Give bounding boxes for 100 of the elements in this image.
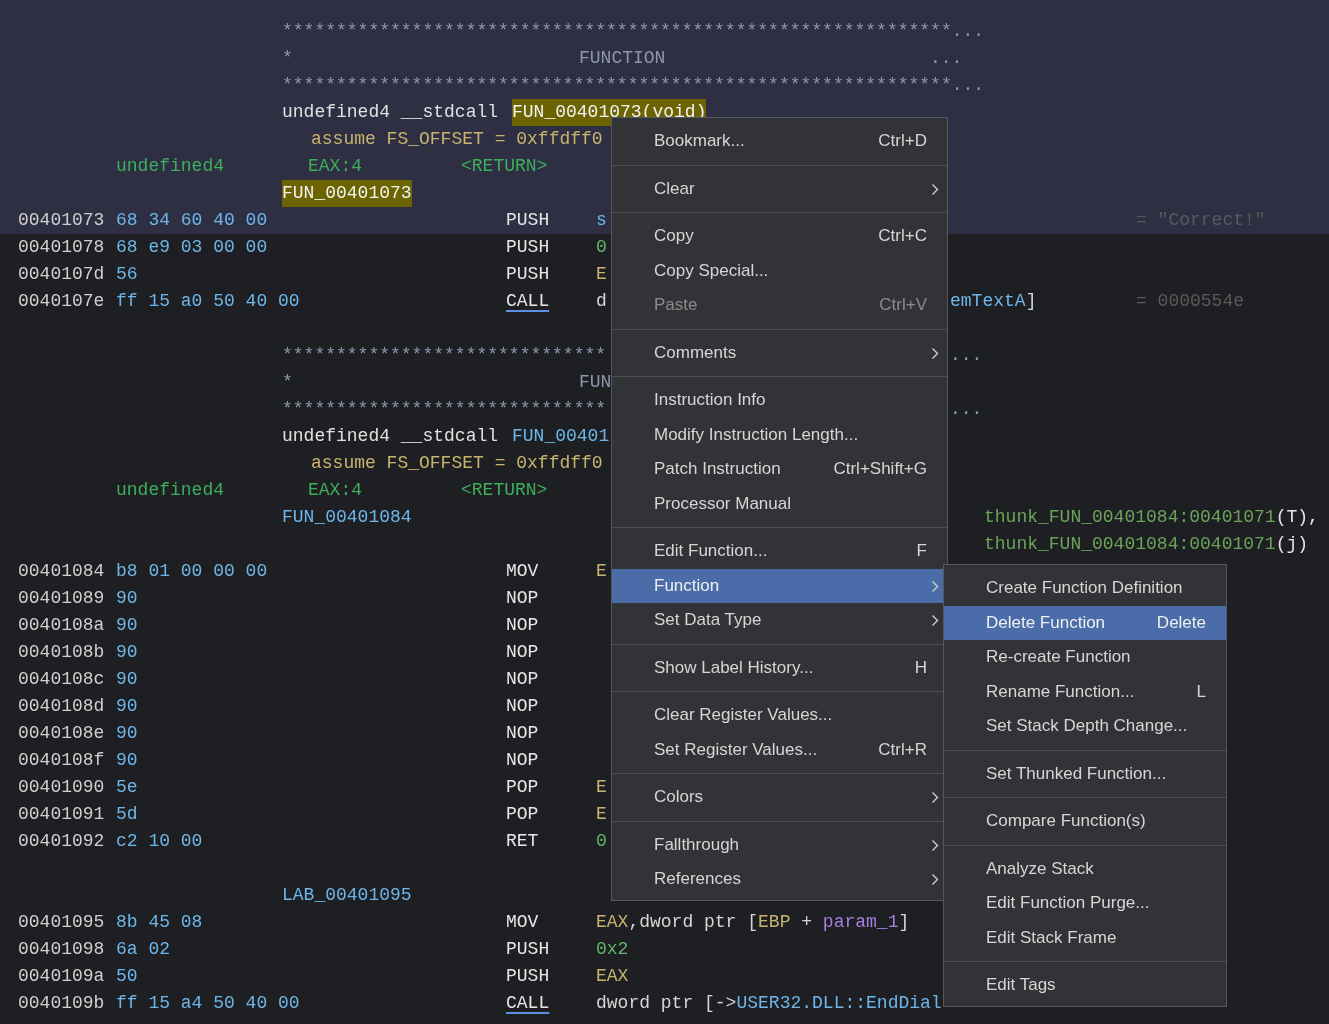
menu-item[interactable]: Clear Register Values... [612, 698, 947, 733]
banner-mark-text: * [282, 371, 293, 394]
mnemonic-text: MOV [506, 911, 539, 934]
banner-stars: ****************************** [282, 344, 607, 367]
address-text: 0040109a [18, 965, 105, 988]
operand-text: 0 [596, 236, 607, 259]
storage-text: EAX:4 [308, 155, 362, 178]
bytes-text: 90 [116, 695, 138, 718]
menu-item[interactable]: Copy Special... [612, 253, 947, 288]
bytes-text: ff 15 a4 50 40 00 [116, 992, 300, 1015]
address-text: 00401095 [18, 911, 105, 934]
mnemonic-text: POP [506, 803, 539, 826]
menu-item[interactable]: Colors [612, 780, 947, 815]
menu-item[interactable]: Clear [612, 171, 947, 206]
address-text: 00401089 [18, 587, 105, 610]
label-text[interactable]: FUN_00401073 [282, 180, 412, 207]
operand-text: E [596, 803, 607, 826]
operand-text: s [596, 209, 607, 232]
bytes-text: ff 15 a0 50 40 00 [116, 290, 300, 313]
operand-text: 0x2 [596, 938, 629, 961]
bytes-text: 6a 02 [116, 938, 170, 961]
xref-text: thunk_FUN_00401084:00401071(T), [984, 506, 1319, 529]
bytes-text: 90 [116, 722, 138, 745]
menu-item[interactable]: Create Function Definition [944, 571, 1226, 606]
menu-item[interactable]: Patch Instruction Ctrl+Shift+G [612, 452, 947, 487]
operand-text: EAX [596, 965, 629, 988]
bytes-text: 90 [116, 641, 138, 664]
address-text: 00401090 [18, 776, 105, 799]
mnemonic-text: NOP [506, 641, 539, 664]
operand-text: EAX,dword ptr [EBP + param_1] [596, 911, 910, 934]
address-text: 0040109b [18, 992, 105, 1015]
menu-item[interactable]: Processor Manual [612, 486, 947, 521]
menu-item[interactable]: Set Data Type [612, 603, 947, 638]
mnemonic-text: NOP [506, 722, 539, 745]
type-text: undefined4 [116, 479, 225, 502]
mnemonic-text: NOP [506, 614, 539, 637]
mnemonic-text: PUSH [506, 263, 550, 286]
address-text: 0040107e [18, 290, 105, 313]
banner-mark-text: * [282, 47, 293, 70]
menu-item[interactable]: Compare Function(s) [944, 804, 1226, 839]
menu-item[interactable]: Set Stack Depth Change... [944, 709, 1226, 744]
call-mnemonic: CALL [506, 992, 550, 1015]
menu-item[interactable]: Edit Function... F [612, 534, 947, 569]
address-text: 0040107d [18, 263, 105, 286]
menu-item[interactable]: Re-create Function [944, 640, 1226, 675]
function-name[interactable]: FUN_00401 [512, 423, 610, 450]
bytes-text: 8b 45 08 [116, 911, 203, 934]
menu-item[interactable]: Fallthrough [612, 827, 947, 862]
menu-item[interactable]: Edit Function Purge... [944, 886, 1226, 921]
signature-text: undefined4 __stdcall [282, 101, 499, 124]
banner-stars: ****************************** [282, 398, 607, 421]
address-text: 00401091 [18, 803, 105, 826]
menu-item[interactable]: Comments [612, 335, 947, 370]
menu-item[interactable]: Modify Instruction Length... [612, 417, 947, 452]
menu-item[interactable]: Instruction Info [612, 383, 947, 418]
xref-text: thunk_FUN_00401084:00401071(j) [984, 533, 1309, 556]
banner-title: FUNCTION [579, 47, 666, 70]
operand-text: d [596, 290, 607, 313]
label-text[interactable]: FUN_00401084 [282, 504, 412, 531]
menu-item[interactable]: Copy Ctrl+C [612, 219, 947, 254]
menu-item[interactable]: Rename Function... L [944, 674, 1226, 709]
banner-stars: **************************************************************... [282, 74, 985, 97]
address-text: 00401092 [18, 830, 105, 853]
bytes-text: 56 [116, 263, 138, 286]
signature-text: undefined4 __stdcall [282, 425, 499, 448]
mnemonic-text: PUSH [506, 938, 550, 961]
return-text: <RETURN> [461, 479, 548, 502]
address-text: 00401078 [18, 236, 105, 259]
menu-item[interactable]: Delete Function Delete [944, 605, 1226, 640]
mnemonic-text: POP [506, 776, 539, 799]
bytes-text: 90 [116, 668, 138, 691]
bytes-text: 90 [116, 614, 138, 637]
menu-item[interactable]: Analyze Stack [944, 851, 1226, 886]
operand-text: emTextA] [950, 290, 1037, 313]
address-text: 0040108e [18, 722, 105, 745]
banner-title: FUN [579, 371, 612, 394]
mnemonic-text: PUSH [506, 236, 550, 259]
operand-text: dword ptr [->USER32.DLL::EndDial [596, 992, 942, 1015]
menu-item[interactable]: Set Thunked Function... [944, 756, 1226, 791]
mnemonic-text: NOP [506, 695, 539, 718]
menu-item[interactable]: Edit Tags [944, 968, 1226, 1003]
menu-item[interactable]: Bookmark... Ctrl+D [612, 124, 947, 159]
menu-item[interactable]: Edit Stack Frame [944, 920, 1226, 955]
return-text: <RETURN> [461, 155, 548, 178]
label-text[interactable]: LAB_00401095 [282, 882, 412, 909]
mnemonic-text: PUSH [506, 965, 550, 988]
address-text: 00401098 [18, 938, 105, 961]
more-text: ... [950, 344, 983, 367]
mnemonic-text: NOP [506, 668, 539, 691]
bytes-text: c2 10 00 [116, 830, 203, 853]
bytes-text: 68 e9 03 00 00 [116, 236, 268, 259]
menu-item[interactable]: References [612, 862, 947, 897]
more-text: ... [950, 398, 983, 421]
menu-item[interactable]: Set Register Values... Ctrl+R [612, 732, 947, 767]
address-text: 0040108c [18, 668, 105, 691]
mnemonic-text: MOV [506, 560, 539, 583]
address-text: 0040108f [18, 749, 105, 772]
operand-text: 0 [596, 830, 607, 853]
operand-text: E [596, 560, 607, 583]
menu-item[interactable]: Show Label History... H [612, 650, 947, 685]
